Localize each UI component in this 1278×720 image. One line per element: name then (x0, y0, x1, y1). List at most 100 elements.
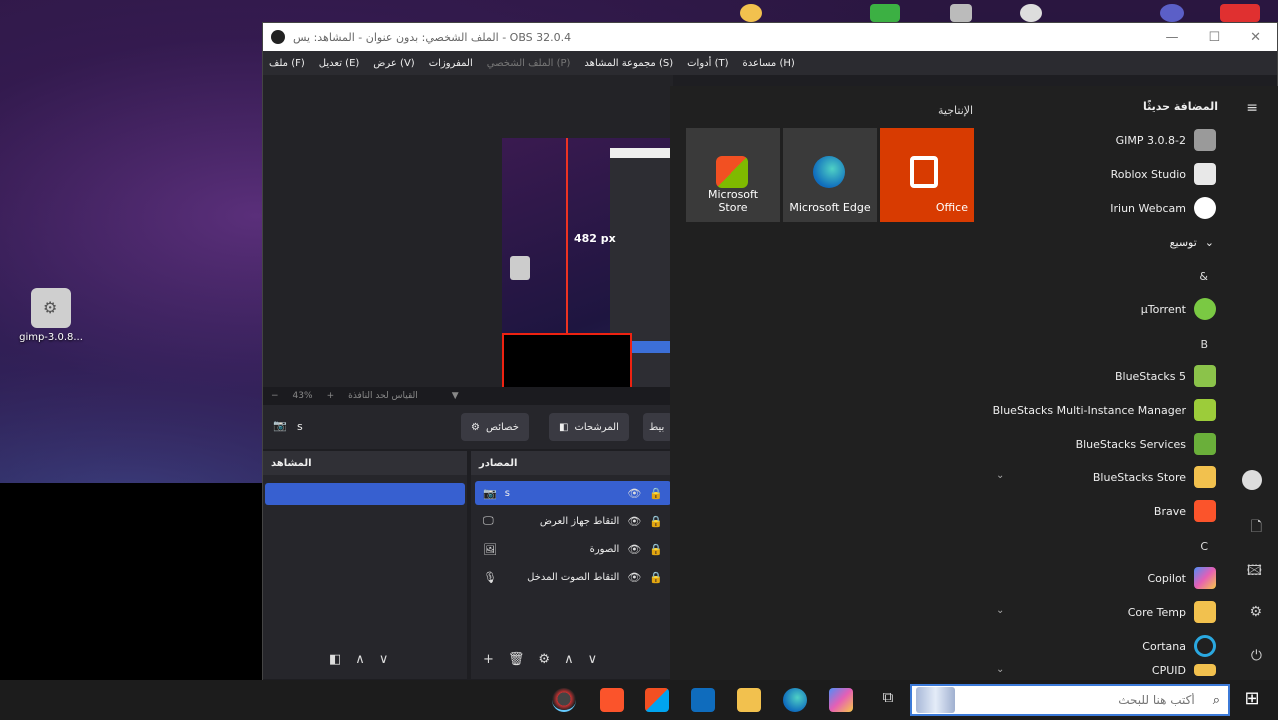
obs-taskbar-icon[interactable] (552, 688, 576, 712)
app-utorrent[interactable]: μTorrent (1141, 295, 1216, 323)
app-cpuid[interactable]: CPUID (1152, 660, 1216, 680)
visibility-eye-icon[interactable]: 👁 (627, 515, 641, 528)
brave-taskbar-icon[interactable] (600, 688, 624, 712)
zoom-dropdown-icon[interactable]: ▼ (452, 391, 459, 401)
tile-microsoft-store[interactable]: Microsoft Store (686, 128, 780, 222)
close-icon[interactable]: ✕ (1250, 30, 1261, 45)
windows-start-icon[interactable]: ⊞ (1240, 688, 1264, 712)
expand-label: توسيع (1169, 235, 1197, 249)
gimp-icon (31, 288, 71, 328)
trash-icon[interactable]: 🗑 (508, 652, 525, 667)
maximize-icon[interactable]: ☐ (1208, 30, 1220, 45)
gear-icon[interactable]: ⚙ (538, 652, 550, 667)
preview-gimp-icon (510, 256, 530, 280)
copilot-taskbar-icon[interactable] (829, 688, 853, 712)
app-copilot[interactable]: Copilot (1147, 564, 1216, 592)
add-icon[interactable]: + (483, 652, 494, 667)
task-view-icon[interactable]: ⧉ (876, 688, 900, 712)
lock-icon[interactable]: 🔒 (649, 543, 663, 556)
app-label: Roblox Studio (1110, 167, 1186, 181)
camera-icon: 📷 (483, 486, 497, 500)
taskbar-search[interactable]: ⌕ (910, 684, 1230, 716)
chevron-down-icon[interactable]: ⌄ (996, 664, 1004, 675)
app-label: BlueStacks Store (1092, 470, 1186, 484)
search-input[interactable] (954, 686, 1205, 714)
lock-icon[interactable]: 🔒 (649, 487, 663, 500)
app-bluestacks-multi-instance[interactable]: BlueStacks Multi-Instance Manager (993, 396, 1216, 424)
outlook-taskbar-icon[interactable] (691, 688, 715, 712)
app-label: BlueStacks Multi-Instance Manager (992, 403, 1186, 417)
app-bluestacks-store[interactable]: BlueStacks Store (1093, 463, 1216, 491)
properties-button[interactable]: ⚙ خصائص (461, 413, 529, 441)
settings-gear-icon[interactable]: ⚙ (1249, 604, 1262, 620)
camera-icon: 📷 (273, 419, 287, 432)
source-item[interactable]: 📷 s 👁 🔒 (475, 481, 671, 505)
menu-profile[interactable]: الملف الشخصي (P) (487, 58, 571, 69)
move-down-icon[interactable]: ∨ (379, 652, 389, 667)
menu-scene-collection[interactable]: مجموعة المشاهد (S) (584, 58, 673, 69)
desktop-gimp-shortcut[interactable]: gimp-3.0.8... (18, 288, 84, 343)
group-letter[interactable]: B (1200, 338, 1208, 351)
app-core-temp[interactable]: Core Temp (1128, 598, 1216, 626)
webcam-icon (1194, 197, 1216, 219)
pictures-icon[interactable]: 🖾 (1247, 560, 1262, 584)
visibility-eye-icon[interactable]: 👁 (627, 571, 641, 584)
user-avatar-icon[interactable] (1242, 470, 1262, 490)
tile-label: Microsoft Edge (789, 201, 871, 214)
app-bluestacks-5[interactable]: BlueStacks 5 (1115, 362, 1216, 390)
menu-docks[interactable]: المفروزات (429, 58, 473, 69)
move-up-icon[interactable]: ∧ (564, 652, 574, 667)
minimize-icon[interactable]: — (1165, 30, 1178, 45)
menu-view[interactable]: عرض (V) (373, 58, 414, 69)
edge-taskbar-icon[interactable] (783, 688, 807, 712)
source-name: s (504, 487, 510, 499)
menu-edit[interactable]: تعديل (E) (319, 58, 360, 69)
zoom-mode-label[interactable]: القياس لحد النافذة (348, 391, 418, 401)
source-item[interactable]: 🖵 التقاط جهاز العرض 👁 🔒 (475, 509, 671, 533)
menu-help[interactable]: مساعدة (H) (743, 58, 795, 69)
overflow-button[interactable]: بيط (643, 413, 673, 441)
file-explorer-taskbar-icon[interactable] (737, 688, 761, 712)
zoom-out-icon[interactable]: − (271, 391, 279, 401)
menu-file[interactable]: ملف (F) (269, 58, 305, 69)
app-bluestacks-services[interactable]: BlueStacks Services (1076, 430, 1216, 458)
move-up-icon[interactable]: ∧ (355, 652, 365, 667)
app-label: GIMP 3.0.8-2 (1115, 133, 1186, 147)
app-gimp[interactable]: GIMP 3.0.8-2 (1116, 126, 1216, 154)
visibility-eye-icon[interactable]: 👁 (627, 487, 641, 500)
scene-item-selected[interactable] (265, 483, 465, 505)
scene-filters-icon[interactable]: ◧ (329, 652, 341, 667)
lock-icon[interactable]: 🔒 (649, 571, 663, 584)
app-roblox-studio[interactable]: Roblox Studio (1111, 160, 1216, 188)
group-letter[interactable]: C (1200, 540, 1208, 553)
zoom-in-icon[interactable]: + (327, 391, 335, 401)
app-label: μTorrent (1140, 302, 1186, 316)
chevron-down-icon[interactable]: ⌄ (996, 605, 1004, 616)
power-icon[interactable]: ⏻ (1251, 648, 1262, 664)
tile-microsoft-edge[interactable]: Microsoft Edge (783, 128, 877, 222)
filters-button[interactable]: ◧ المرشحات (549, 413, 629, 441)
document-icon[interactable]: 🗋 (1251, 516, 1262, 540)
bluestacks-services-icon (1194, 433, 1216, 455)
scenes-footer: ◧ ∧ ∨ (263, 645, 467, 673)
preview-area[interactable]: 482 px (263, 75, 673, 438)
source-item[interactable]: 🖼 الصورة 👁 🔒 (475, 537, 671, 561)
lock-icon[interactable]: 🔒 (649, 515, 663, 528)
expand-link[interactable]: توسيع ⌄ (1170, 228, 1214, 256)
app-label: CPUID (1151, 663, 1186, 677)
folder-icon (1194, 601, 1216, 623)
app-label: Cortana (1142, 639, 1186, 653)
move-down-icon[interactable]: ∨ (588, 652, 598, 667)
visibility-eye-icon[interactable]: 👁 (627, 543, 641, 556)
distance-guide-line (566, 138, 568, 333)
app-cortana[interactable]: Cortana (1142, 632, 1216, 660)
source-item[interactable]: 🎙 التقاط الصوت المدخل 👁 🔒 (475, 565, 671, 589)
group-letter[interactable]: & (1199, 270, 1208, 283)
tile-office[interactable]: Office (880, 128, 974, 222)
obs-titlebar: OBS 32.0.4 - الملف الشخصي: بدون عنوان - … (263, 23, 1277, 51)
chevron-down-icon[interactable]: ⌄ (996, 470, 1004, 481)
app-brave[interactable]: Brave (1154, 497, 1216, 525)
menu-tools[interactable]: أدوات (T) (687, 58, 728, 69)
app-iriun-webcam[interactable]: Iriun Webcam (1110, 194, 1216, 222)
store-taskbar-icon[interactable] (645, 688, 669, 712)
